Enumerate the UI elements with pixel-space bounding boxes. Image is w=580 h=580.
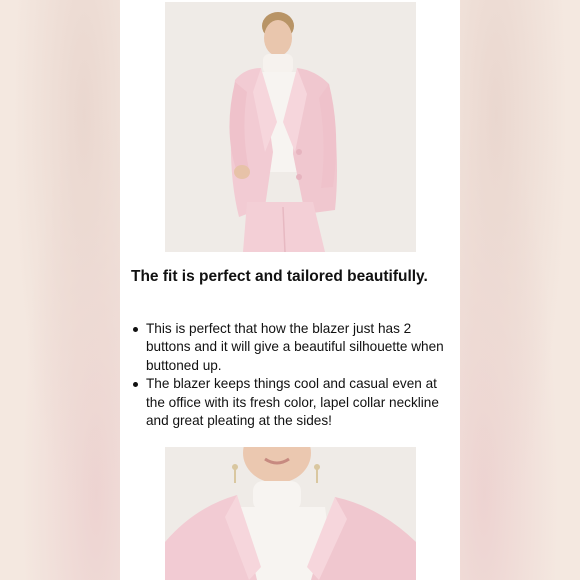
bullet-text: The blazer keeps things cool and casual … [146,376,439,429]
list-item: The blazer keeps things cool and casual … [131,375,453,430]
list-item: This is perfect that how the blazer just… [131,320,453,375]
product-photo-top [165,2,416,252]
background-blur-right [460,0,580,580]
bullet-icon [133,327,138,332]
bullet-icon [133,382,138,388]
feature-bullet-list: This is perfect that how the blazer just… [131,320,453,430]
product-photo-closeup [165,447,416,580]
bullet-text: This is perfect that how the blazer just… [146,321,444,373]
background-blur-left [0,0,120,580]
product-description-card: The fit is perfect and tailored beautifu… [120,0,460,580]
section-headline: The fit is perfect and tailored beautifu… [131,268,428,285]
